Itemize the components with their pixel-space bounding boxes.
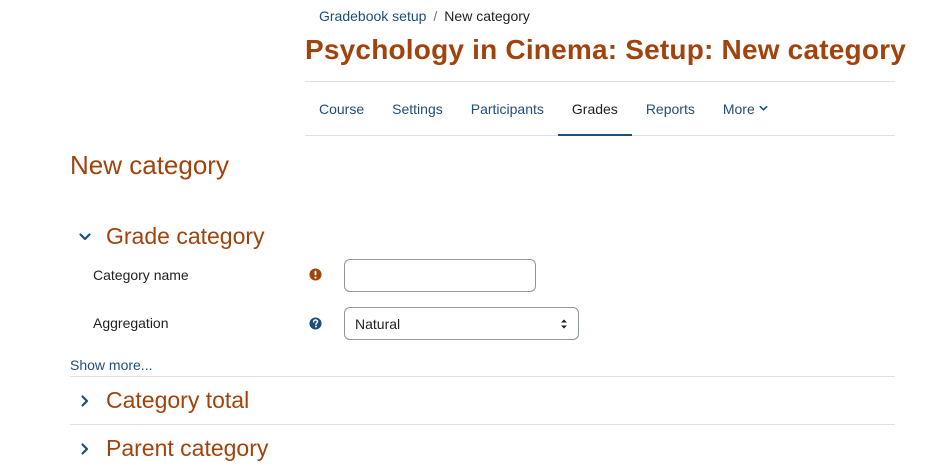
section-parent-category-title: Parent category — [106, 435, 269, 461]
section-divider — [70, 376, 895, 377]
help-icon[interactable] — [309, 317, 322, 330]
breadcrumb-gradebook-setup[interactable]: Gradebook setup — [319, 8, 426, 24]
section-grade-category-toggle[interactable]: Grade category — [70, 223, 265, 250]
tab-participants[interactable]: Participants — [457, 82, 558, 135]
breadcrumb-current: New category — [444, 8, 530, 24]
tab-grades[interactable]: Grades — [557, 82, 632, 136]
tab-more[interactable]: More — [709, 82, 782, 135]
aggregation-label: Aggregation — [93, 315, 169, 331]
show-more-link[interactable]: Show more... — [70, 357, 152, 373]
tab-settings[interactable]: Settings — [378, 82, 457, 135]
tab-grades-label: Grades — [571, 100, 618, 117]
aggregation-selected-value: Natural — [355, 315, 401, 332]
section-parent-category-toggle[interactable]: Parent category — [70, 435, 268, 462]
tab-reports-label: Reports — [645, 100, 695, 117]
chevron-down-icon — [759, 105, 768, 111]
required-icon — [309, 268, 322, 281]
tab-more-label: More — [722, 100, 755, 117]
select-arrows-icon — [561, 319, 567, 329]
secondary-nav: Course Settings Participants Grades Repo… — [305, 82, 895, 136]
chevron-right-icon — [70, 436, 106, 462]
breadcrumb-separator: / — [433, 8, 438, 24]
chevron-right-icon — [70, 388, 106, 414]
section-divider — [70, 424, 895, 425]
tab-settings-label: Settings — [392, 100, 443, 117]
tab-participants-label: Participants — [470, 100, 544, 117]
tab-course[interactable]: Course — [305, 82, 378, 135]
breadcrumb: Gradebook setup / New category — [319, 8, 530, 24]
section-category-total-toggle[interactable]: Category total — [70, 387, 249, 414]
category-name-input[interactable] — [344, 259, 536, 292]
tab-course-label: Course — [319, 100, 365, 117]
chevron-down-icon — [70, 224, 106, 250]
page: Gradebook setup / New category Psycholog… — [0, 0, 951, 469]
page-title: Psychology in Cinema: Setup: New categor… — [305, 34, 906, 65]
form-heading: New category — [70, 150, 229, 180]
aggregation-select[interactable]: Natural — [344, 307, 579, 340]
section-grade-category-title: Grade category — [106, 223, 265, 249]
section-category-total-title: Category total — [106, 387, 250, 413]
category-name-label: Category name — [93, 267, 189, 283]
tab-reports[interactable]: Reports — [632, 82, 709, 135]
